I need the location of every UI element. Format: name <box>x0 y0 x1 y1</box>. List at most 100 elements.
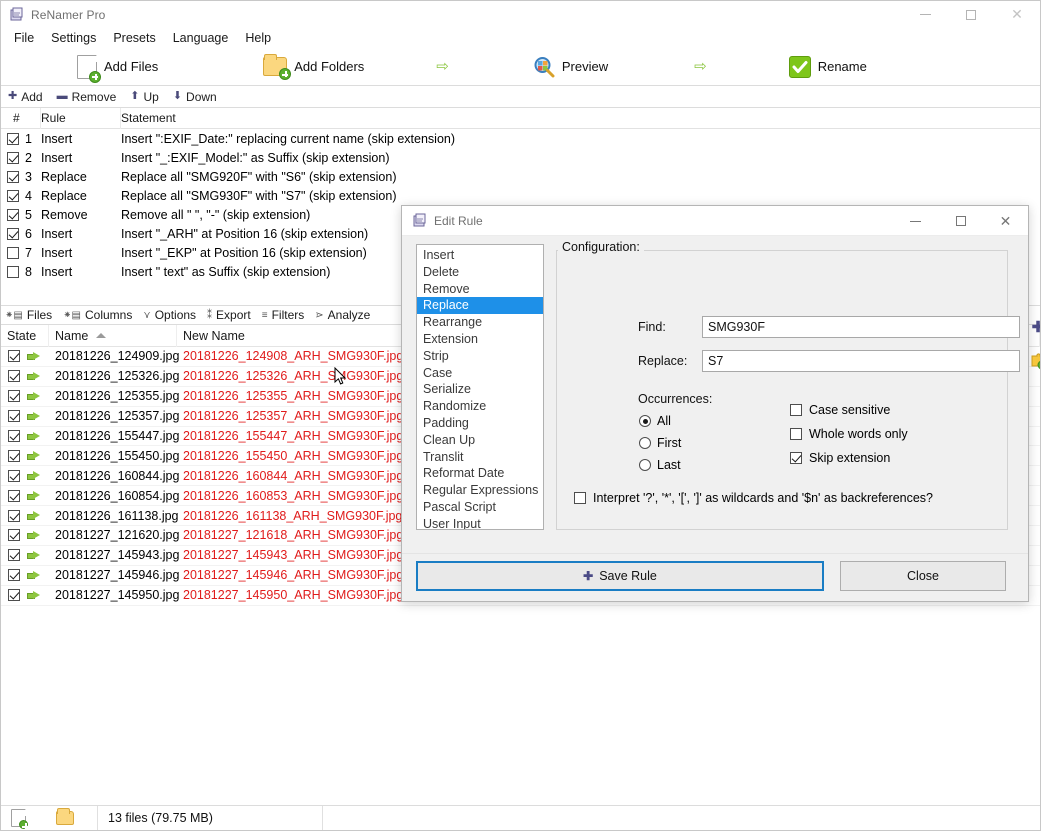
rule-type-item-randomize[interactable]: Randomize <box>417 398 543 415</box>
rule-row[interactable]: 1 Insert Insert ":EXIF_Date:" replacing cu… <box>1 129 1040 148</box>
maximize-button[interactable] <box>948 1 994 28</box>
files-col-state[interactable]: State <box>1 325 49 347</box>
file-state-cell <box>1 390 49 403</box>
rule-enabled-checkbox[interactable] <box>7 189 19 202</box>
close-button[interactable]: ✕ <box>994 1 1040 28</box>
find-input[interactable] <box>702 316 1020 338</box>
rule-enabled-checkbox[interactable] <box>7 227 19 240</box>
file-selected-checkbox[interactable] <box>8 549 20 562</box>
export-menu-button[interactable]: ⁑ Export <box>207 308 251 322</box>
file-selected-checkbox[interactable] <box>8 469 20 482</box>
rule-down-button[interactable]: ⬇ Down <box>173 90 217 104</box>
file-state-cell <box>1 370 49 383</box>
menu-help[interactable]: Help <box>237 29 279 47</box>
dialog-close-button[interactable]: ✕ <box>983 206 1028 236</box>
rule-enabled-checkbox[interactable] <box>7 208 19 221</box>
file-name-cell: 20181227_145946.jpg <box>55 568 180 583</box>
occurrence-option-all[interactable]: All <box>639 414 671 428</box>
preview-button[interactable]: Preview <box>527 54 614 80</box>
rule-enabled-checkbox[interactable] <box>7 170 19 183</box>
find-add-token-button[interactable]: ✚ <box>1028 317 1040 337</box>
save-rule-button[interactable]: ✚ Save Rule <box>416 561 824 591</box>
menu-presets[interactable]: Presets <box>105 29 163 47</box>
rule-type-item-translit[interactable]: Translit <box>417 449 543 466</box>
rule-type-item-user-input[interactable]: User Input <box>417 516 543 529</box>
files-col-name[interactable]: Name <box>49 325 177 347</box>
rule-enabled-checkbox[interactable] <box>7 151 19 164</box>
rule-enabled-checkbox[interactable] <box>7 246 19 259</box>
skip-extension-checkbox[interactable]: Skip extension <box>790 451 890 465</box>
rule-type-cell: Replace <box>41 169 87 184</box>
rule-row[interactable]: 3 Replace Replace all "SMG920F" with "S6" … <box>1 167 1040 186</box>
rule-type-item-delete[interactable]: Delete <box>417 264 543 281</box>
rule-row[interactable]: 2 Insert Insert "_:EXIF_Model:" as Suffix … <box>1 148 1040 167</box>
case-sensitive-checkbox[interactable]: Case sensitive <box>790 403 890 417</box>
rule-type-item-remove[interactable]: Remove <box>417 281 543 298</box>
menu-file[interactable]: File <box>6 29 42 47</box>
file-selected-checkbox[interactable] <box>8 449 20 462</box>
rule-type-item-padding[interactable]: Padding <box>417 415 543 432</box>
wildcards-checkbox[interactable]: Interpret '?', '*', '[', ']' as wildcard… <box>574 491 933 505</box>
replace-add-token-button[interactable] <box>1028 351 1040 371</box>
filters-menu-button[interactable]: ≡ Filters <box>262 308 305 322</box>
files-menu-button[interactable]: ⁕▤ Files <box>5 308 52 322</box>
rule-type-item-rearrange[interactable]: Rearrange <box>417 314 543 331</box>
file-selected-checkbox[interactable] <box>8 410 20 423</box>
rule-type-item-reformat-date[interactable]: Reformat Date <box>417 465 543 482</box>
columns-menu-button[interactable]: ⁕▤ Columns <box>63 308 132 322</box>
rule-type-item-clean-up[interactable]: Clean Up <box>417 432 543 449</box>
menu-language[interactable]: Language <box>165 29 237 47</box>
file-selected-checkbox[interactable] <box>8 509 20 522</box>
rule-type-item-regular-expressions[interactable]: Regular Expressions <box>417 482 543 499</box>
rules-col-rule[interactable]: Rule <box>41 108 121 129</box>
close-dialog-button[interactable]: Close <box>840 561 1006 591</box>
rule-type-item-insert[interactable]: Insert <box>417 247 543 264</box>
rename-button[interactable]: Rename <box>783 54 873 80</box>
file-state-cell <box>1 410 49 423</box>
analyze-menu-button[interactable]: ⋗ Analyze <box>315 308 370 322</box>
preview-label: Preview <box>561 59 609 74</box>
options-menu-button[interactable]: ⋎ Options <box>143 308 196 322</box>
rule-type-item-pascal-script[interactable]: Pascal Script <box>417 499 543 516</box>
rule-enabled-checkbox[interactable] <box>7 265 19 278</box>
rule-enabled-checkbox[interactable] <box>7 132 19 145</box>
replace-input[interactable] <box>702 350 1020 372</box>
radio-all-icon <box>639 415 651 427</box>
rule-type-item-replace[interactable]: Replace <box>417 297 543 315</box>
rule-row[interactable]: 4 Replace Replace all "SMG930F" with "S7" … <box>1 186 1040 205</box>
rule-type-item-serialize[interactable]: Serialize <box>417 381 543 398</box>
add-folder-icon[interactable] <box>56 808 74 825</box>
whole-words-only-checkbox[interactable]: Whole words only <box>790 427 908 441</box>
occurrence-option-last[interactable]: Last <box>639 458 681 472</box>
dialog-maximize-button[interactable] <box>938 206 983 236</box>
minimize-button[interactable] <box>902 1 948 28</box>
file-name-cell: 20181226_155450.jpg <box>55 448 180 463</box>
rules-col-statement[interactable]: Statement <box>121 108 1040 129</box>
rule-type-item-strip[interactable]: Strip <box>417 348 543 365</box>
menu-settings[interactable]: Settings <box>43 29 104 47</box>
file-selected-checkbox[interactable] <box>8 350 20 363</box>
occurrence-option-first[interactable]: First <box>639 436 681 450</box>
rule-up-button[interactable]: ⬆ Up <box>130 90 159 104</box>
rule-remove-button[interactable]: ▬ Remove <box>57 90 117 104</box>
rules-col-num[interactable]: # <box>1 108 41 129</box>
rule-row-num-cell: 3 <box>1 170 41 184</box>
sort-ascending-icon <box>96 333 107 338</box>
file-selected-checkbox[interactable] <box>8 569 20 582</box>
file-selected-checkbox[interactable] <box>8 430 20 442</box>
options-icon: ⋎ <box>143 309 151 321</box>
file-selected-checkbox[interactable] <box>8 390 20 403</box>
rule-type-item-extension[interactable]: Extension <box>417 331 543 348</box>
rule-add-button[interactable]: ✚ Add <box>8 90 43 104</box>
file-selected-checkbox[interactable] <box>8 589 20 602</box>
file-selected-checkbox[interactable] <box>8 529 20 542</box>
file-selected-checkbox[interactable] <box>8 489 20 502</box>
add-folders-button[interactable]: Add Folders <box>257 54 370 80</box>
add-files-button[interactable]: Add Files <box>71 53 164 83</box>
rename-arrow-icon <box>27 351 40 361</box>
file-selected-checkbox[interactable] <box>8 370 20 383</box>
rule-type-item-case[interactable]: Case <box>417 365 543 382</box>
rule-type-list[interactable]: Insert Delete Remove Replace Rearrange Extens… <box>416 244 544 530</box>
add-file-icon[interactable] <box>11 809 28 829</box>
dialog-minimize-button[interactable] <box>893 206 938 236</box>
